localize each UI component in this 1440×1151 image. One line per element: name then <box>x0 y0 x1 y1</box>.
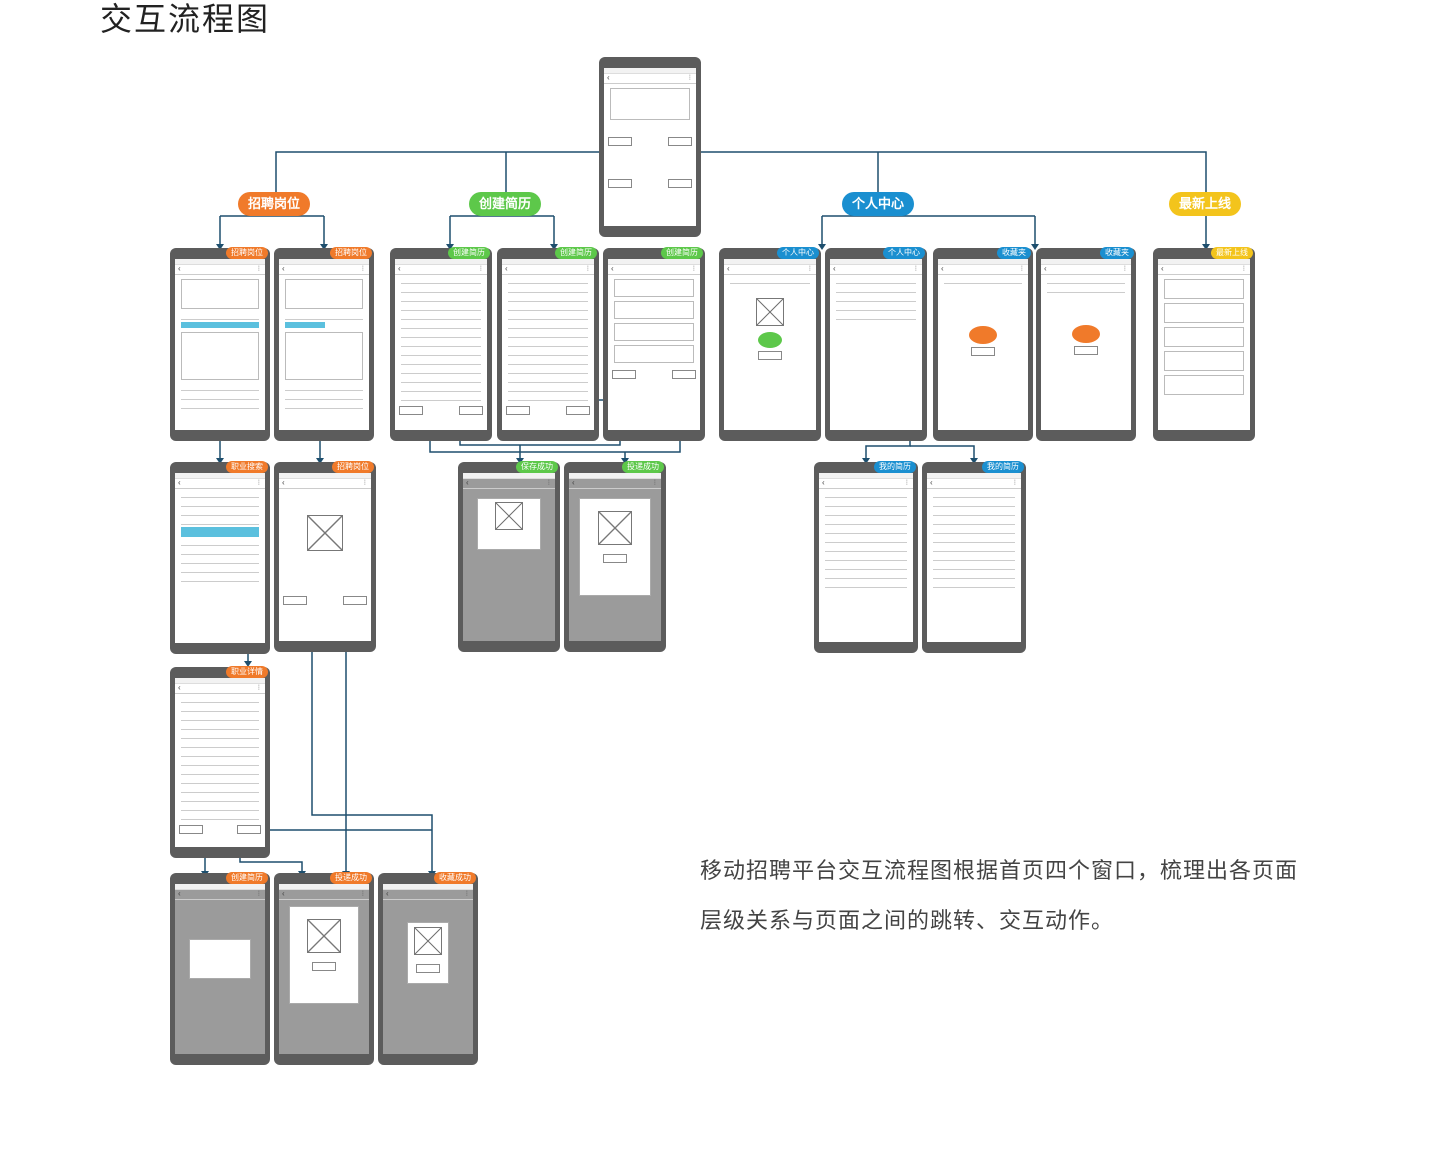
phone-home <box>599 57 701 237</box>
screen-tag: 最新上线 <box>1211 247 1253 259</box>
screen-tag: 投递成功 <box>622 461 664 473</box>
phone-job-detail: 职业详情 <box>170 666 270 858</box>
screen-tag: 招聘岗位 <box>330 247 372 259</box>
screen-tag: 投递成功 <box>330 872 372 884</box>
screen-tag: 创建简历 <box>226 872 268 884</box>
screen-tag: 个人中心 <box>883 247 925 259</box>
category-latest: 最新上线 <box>1169 192 1242 216</box>
screen-tag: 保存成功 <box>516 461 558 473</box>
screen-tag: 收藏夹 <box>1100 247 1134 259</box>
phone-favorites-2: 收藏夹 <box>1036 247 1136 441</box>
screen-tag: 创建简历 <box>555 247 597 259</box>
screen-tag: 职业搜索 <box>226 461 268 473</box>
phone-job-search: 职业搜索 <box>170 461 270 654</box>
phone-resume-3: 创建简历 <box>603 247 705 441</box>
phone-my-resume-2: 我的简历 <box>922 461 1026 653</box>
phone-job-apply: 招聘岗位 <box>274 461 376 652</box>
phone-jobs-2: 招聘岗位 <box>274 247 374 441</box>
screen-tag: 收藏夹 <box>997 247 1031 259</box>
phone-resume-2: 创建简历 <box>497 247 599 441</box>
screen-tag: 我的简历 <box>982 461 1024 473</box>
phone-latest: 最新上线 <box>1153 247 1255 441</box>
screen-tag: 创建简历 <box>448 247 490 259</box>
phone-fav-success: 收藏成功 <box>378 872 478 1065</box>
category-personal: 个人中心 <box>842 192 915 216</box>
phone-jobs-1: 招聘岗位 <box>170 247 270 441</box>
screen-tag: 我的简历 <box>874 461 916 473</box>
phone-resume-1: 创建简历 <box>390 247 492 441</box>
screen-tag: 职业详情 <box>226 666 268 678</box>
phone-save-success: 保存成功 <box>458 461 560 652</box>
screen-tag: 招聘岗位 <box>332 461 374 473</box>
category-jobs: 招聘岗位 <box>238 192 311 216</box>
phone-job-apply-success: 投递成功 <box>274 872 374 1065</box>
phone-create-resume-prompt: 创建简历 <box>170 872 270 1065</box>
screen-tag: 个人中心 <box>777 247 819 259</box>
category-resume: 创建简历 <box>469 192 542 216</box>
phone-favorites-1: 收藏夹 <box>933 247 1033 441</box>
phone-personal-2: 个人中心 <box>825 247 927 441</box>
screen-tag: 创建简历 <box>661 247 703 259</box>
description: 移动招聘平台交互流程图根据首页四个窗口，梳理出各页面层级关系与页面之间的跳转、交… <box>700 858 1299 933</box>
screen-tag: 收藏成功 <box>434 872 476 884</box>
phone-my-resume-1: 我的简历 <box>814 461 918 653</box>
phone-apply-success: 投递成功 <box>564 461 666 652</box>
screen-tag: 招聘岗位 <box>226 247 268 259</box>
phone-personal-1: 个人中心 <box>719 247 821 441</box>
